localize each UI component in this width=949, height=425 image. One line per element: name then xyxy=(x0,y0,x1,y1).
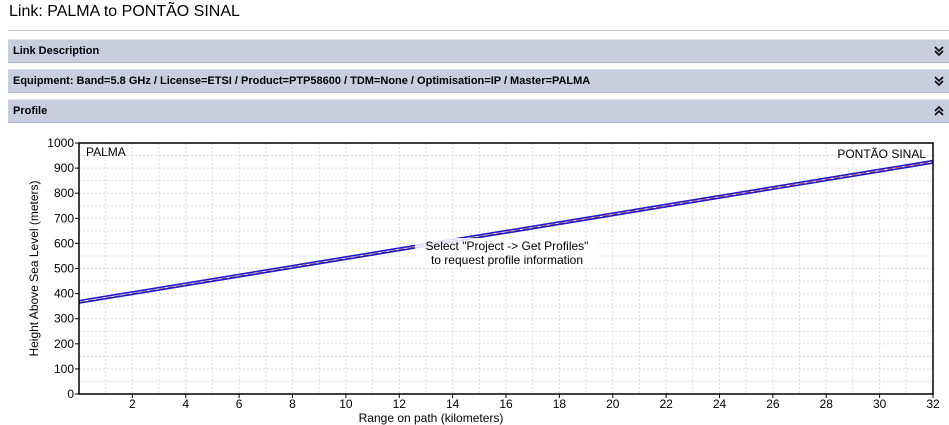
y-tick-label: 300 xyxy=(54,312,74,326)
y-tick-label: 1000 xyxy=(47,136,74,150)
x-tick-label: 32 xyxy=(926,397,940,411)
x-tick-label: 22 xyxy=(659,397,673,411)
x-tick-label: 2 xyxy=(129,397,136,411)
y-tick-label: 700 xyxy=(54,211,74,225)
chevron-double-down-icon[interactable] xyxy=(934,45,944,57)
x-tick-label: 20 xyxy=(606,397,620,411)
x-tick-label: 28 xyxy=(820,397,834,411)
y-tick-label: 200 xyxy=(54,337,74,351)
x-tick-label: 16 xyxy=(499,397,513,411)
chevron-double-up-icon[interactable] xyxy=(934,105,944,117)
x-tick-label: 24 xyxy=(713,397,727,411)
y-tick-label: 100 xyxy=(54,362,74,376)
y-tick-label: 0 xyxy=(67,387,74,401)
profile-panel-body: 0 100 200 300 400 500 600 700 800 900 1000 2 4 6 8 10 12… xyxy=(8,124,949,425)
y-tick-label: 900 xyxy=(54,161,74,175)
y-tick-label: 500 xyxy=(54,262,74,276)
y-tick-label: 400 xyxy=(54,287,74,301)
x-tick-label: 18 xyxy=(553,397,567,411)
panel-header-profile[interactable]: Profile xyxy=(8,99,949,123)
title-divider xyxy=(8,30,949,31)
profile-chart: 010020030040050060070080090010002 4 6 8 10 12… xyxy=(27,136,940,425)
chevron-double-down-icon[interactable] xyxy=(934,75,944,87)
x-tick-label: 4 xyxy=(182,397,189,411)
x-axis-label: Range on path (kilometers) xyxy=(359,411,504,425)
x-tick-label: 6 xyxy=(236,397,243,411)
panel-header-link-description[interactable]: Link Description xyxy=(8,39,949,63)
y-tick-label: 600 xyxy=(54,236,74,250)
profile-message-line1: Select "Project -> Get Profiles" xyxy=(426,239,589,253)
x-tick-label: 12 xyxy=(393,397,407,411)
panel-label-equipment: Equipment: Band=5.8 GHz / License=ETSI /… xyxy=(13,75,591,87)
x-tick-label: 10 xyxy=(339,397,353,411)
panel-header-equipment[interactable]: Equipment: Band=5.8 GHz / License=ETSI /… xyxy=(8,69,949,93)
profile-message-line2: to request profile information xyxy=(431,253,583,267)
y-axis-label: Height Above Sea Level (meters) xyxy=(27,180,41,356)
y-tick-label: 800 xyxy=(54,186,74,200)
panel-label-profile: Profile xyxy=(13,105,48,117)
page-title: Link: PALMA to PONTÃO SINAL xyxy=(9,3,240,20)
x-tick-label: 8 xyxy=(289,397,296,411)
right-site-label: PONTÃO SINAL xyxy=(837,147,926,161)
x-tick-label: 30 xyxy=(873,397,887,411)
x-tick-label: 14 xyxy=(446,397,460,411)
left-site-label: PALMA xyxy=(86,145,126,159)
panel-label-link-description: Link Description xyxy=(13,45,100,57)
x-tick-label: 26 xyxy=(766,397,780,411)
